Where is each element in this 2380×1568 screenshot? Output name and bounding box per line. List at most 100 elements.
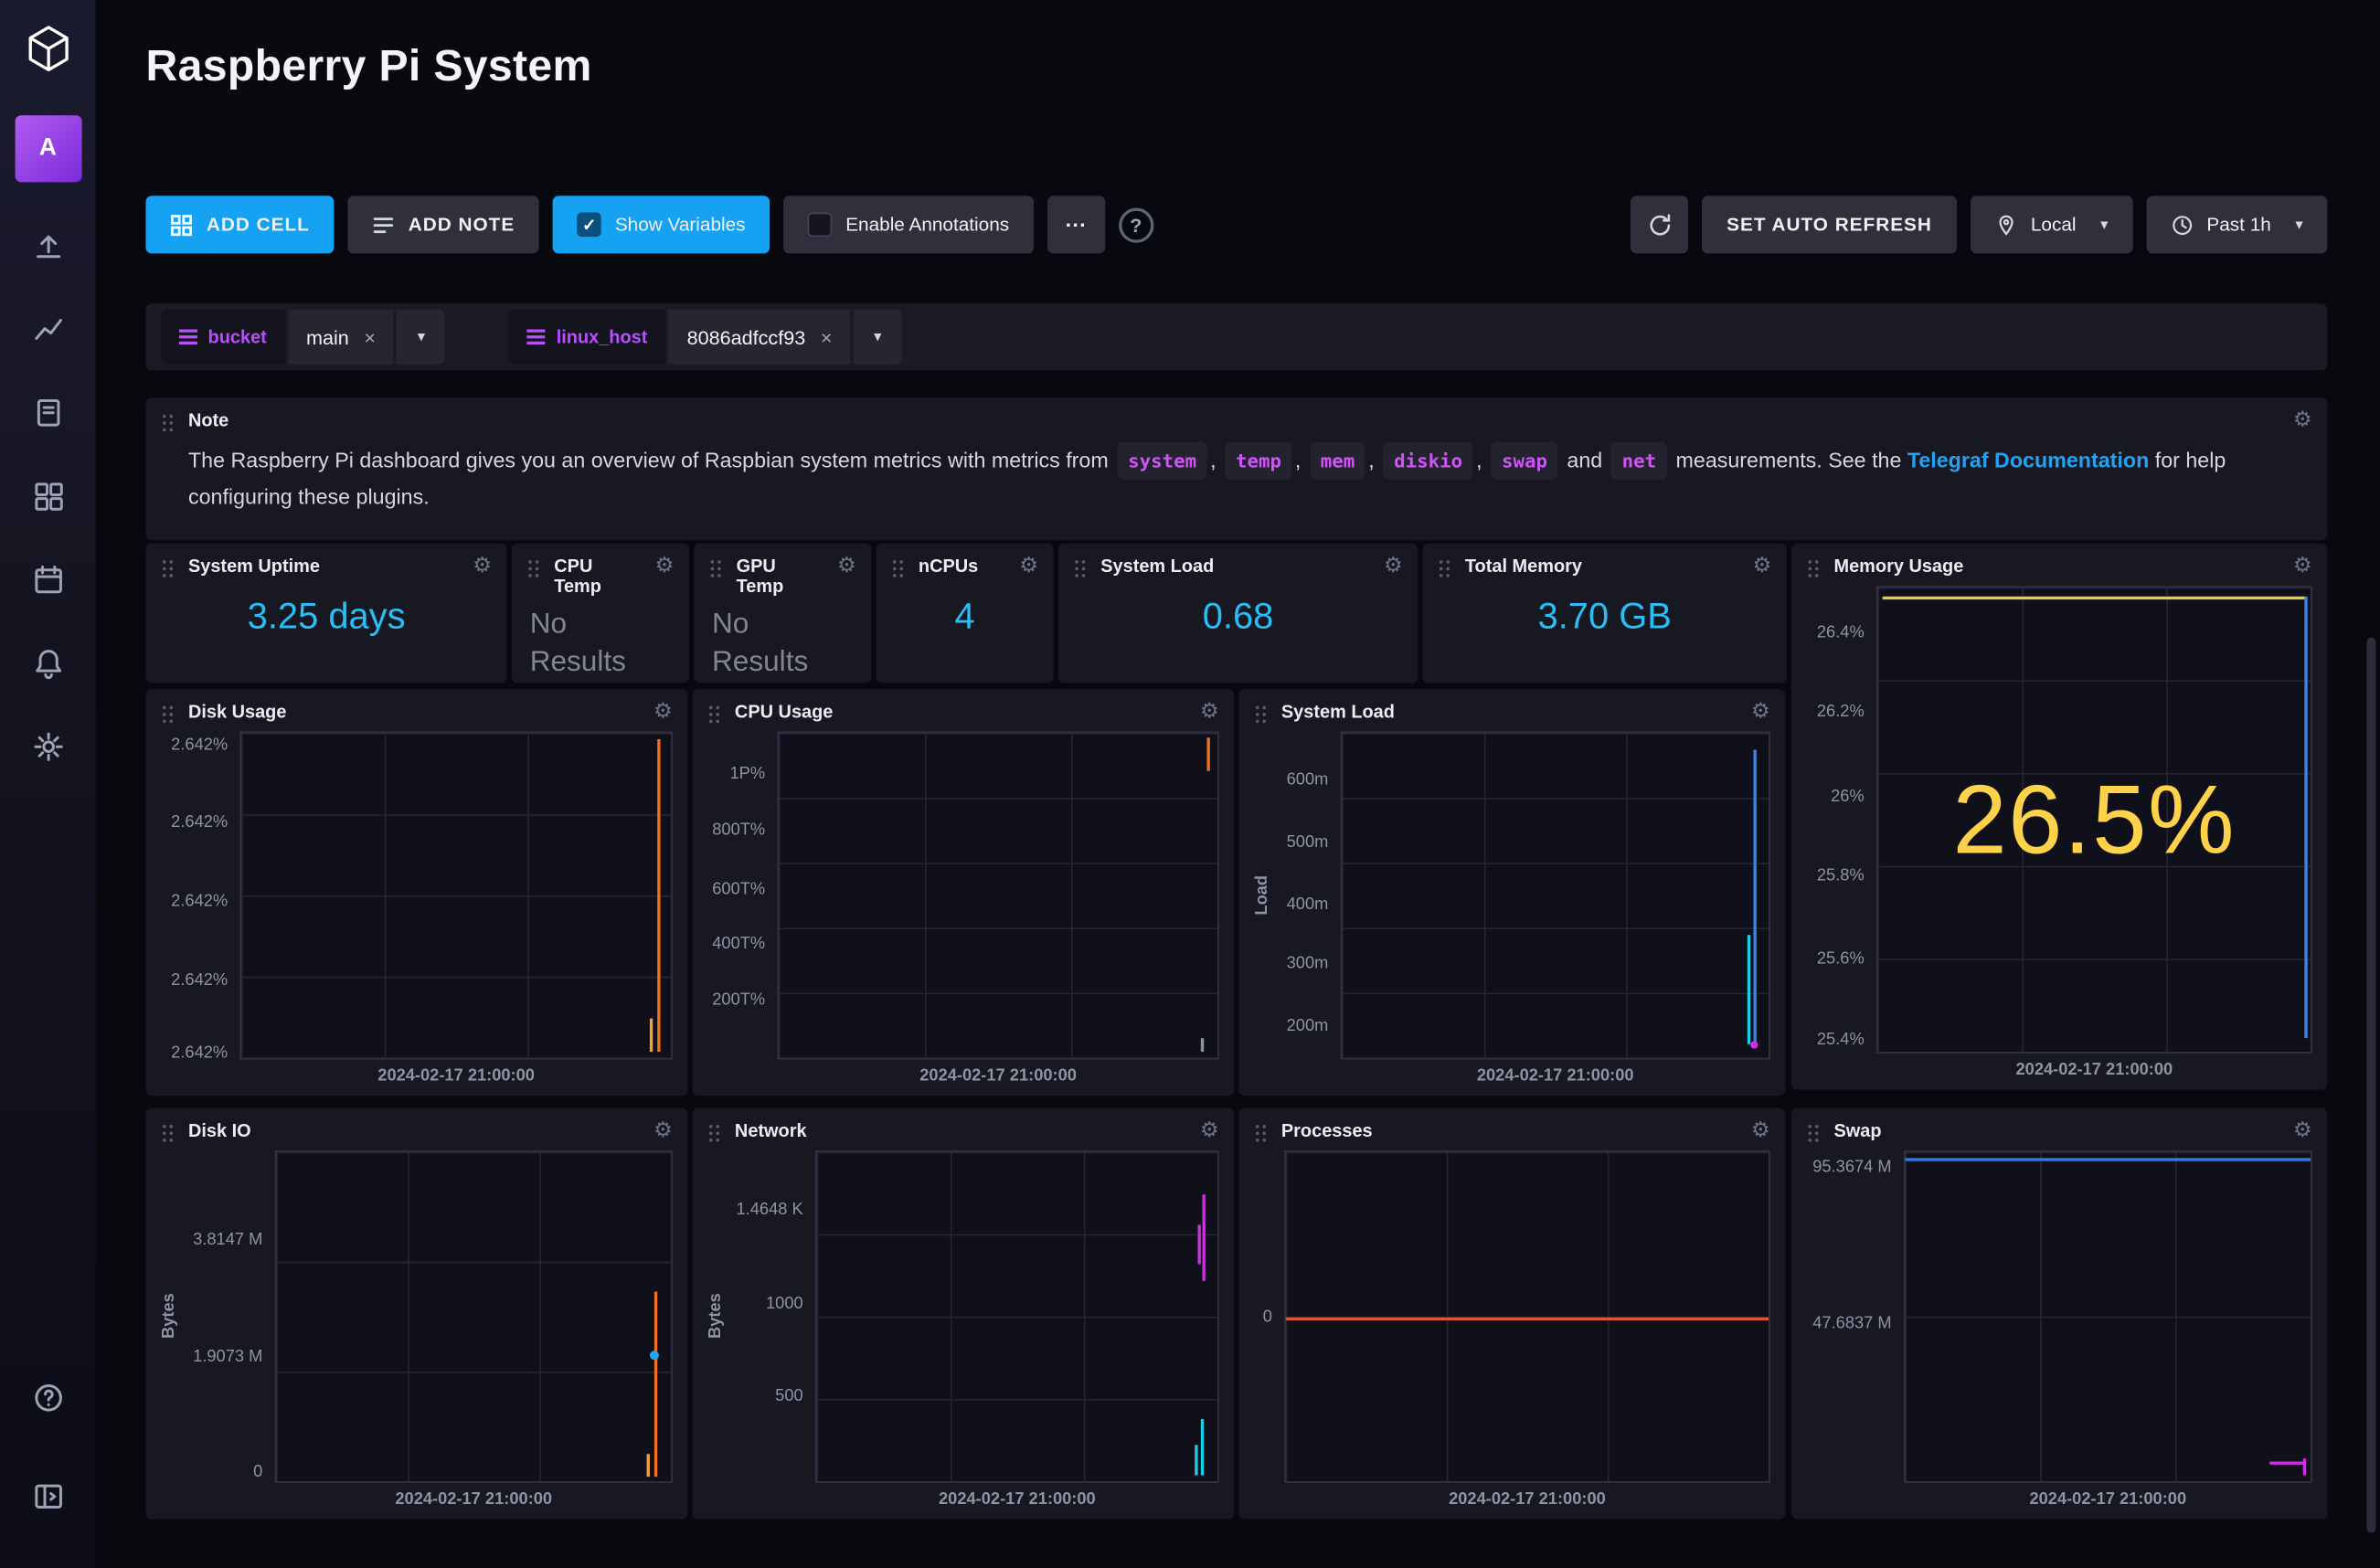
plot-area[interactable] <box>275 1150 673 1483</box>
drag-handle-icon[interactable] <box>161 705 175 725</box>
plot-area[interactable] <box>1284 1150 1770 1483</box>
series-line <box>1207 738 1210 771</box>
x-axis-label: 2024-02-17 21:00:00 <box>1341 1059 1770 1093</box>
drag-handle-icon[interactable] <box>1073 558 1087 578</box>
drag-handle-icon[interactable] <box>526 558 540 578</box>
drag-handle-icon[interactable] <box>161 558 175 578</box>
gear-icon[interactable]: ⚙ <box>2293 411 2312 431</box>
drag-handle-icon[interactable] <box>1254 1123 1268 1143</box>
gear-icon[interactable]: ⚙ <box>2293 1121 2312 1141</box>
sidebar-item-load-data[interactable] <box>15 213 81 280</box>
y-tick-label: 26% <box>1831 787 1865 805</box>
show-variables-toggle[interactable]: ✓ Show Variables <box>553 196 770 253</box>
gear-icon[interactable]: ⚙ <box>1019 557 1038 577</box>
plot-area[interactable] <box>239 732 672 1060</box>
cell-disk-usage: Disk Usage ⚙ 2.642%2.642%2.642%2.642%2.6… <box>145 689 687 1096</box>
y-axis: 1P%800T%600T%400T%200T% <box>705 732 778 1060</box>
telegraf-documentation-link[interactable]: Telegraf Documentation <box>1907 448 2149 472</box>
drag-handle-icon[interactable] <box>1807 1123 1821 1143</box>
sidebar-item-notebooks[interactable] <box>15 379 81 446</box>
stat-value: No Results <box>694 606 871 682</box>
add-note-button[interactable]: ADD NOTE <box>347 196 538 253</box>
variable-host-value[interactable]: 8086adfccf93 × <box>669 310 851 365</box>
help-button[interactable]: ? <box>1119 207 1153 242</box>
question-mark-icon: ? <box>1130 213 1142 236</box>
plot-area[interactable] <box>815 1150 1219 1483</box>
x-axis-label: 2024-02-17 21:00:00 <box>815 1483 1219 1517</box>
gear-icon[interactable]: ⚙ <box>473 557 492 577</box>
y-axis: 600m500m400m300m200m <box>1274 732 1341 1060</box>
series-line <box>657 739 660 1051</box>
variable-bucket-value[interactable]: main × <box>288 310 394 365</box>
plot-area[interactable] <box>777 732 1218 1060</box>
add-cell-button[interactable]: ADD CELL <box>145 196 334 253</box>
sidebar-item-collapse-nav[interactable] <box>15 1463 81 1530</box>
cell-system-load-chart: System Load ⚙ Load 600m500m400m300m200m … <box>1238 689 1785 1096</box>
clear-icon[interactable]: × <box>821 325 833 348</box>
y-tick-label: 26.2% <box>1817 703 1865 721</box>
scrollbar[interactable] <box>2366 638 2375 1533</box>
refresh-button[interactable] <box>1631 196 1688 253</box>
org-avatar[interactable]: A <box>15 115 81 182</box>
variable-host-caret[interactable]: ▾ <box>854 310 902 365</box>
plot-area[interactable]: 26.5% <box>1876 586 2312 1054</box>
sidebar-item-dashboards[interactable] <box>15 463 81 530</box>
variable-host-label[interactable]: linux_host <box>509 310 665 365</box>
gear-icon[interactable]: ⚙ <box>1751 1121 1770 1141</box>
gear-icon[interactable]: ⚙ <box>653 1121 673 1141</box>
y-tick-label: 25.6% <box>1817 950 1865 969</box>
sidebar-item-help[interactable] <box>15 1364 81 1431</box>
cell-system-load-stat: System Load ⚙ 0.68 <box>1058 544 1418 683</box>
ellipsis-icon: ··· <box>1066 213 1087 238</box>
gear-icon[interactable]: ⚙ <box>1753 557 1772 577</box>
gear-icon[interactable]: ⚙ <box>837 557 856 577</box>
cell-title: System Load <box>1100 557 1214 577</box>
measurement-chip: net <box>1611 441 1667 480</box>
y-tick-label: 1P% <box>730 765 766 783</box>
gear-icon[interactable]: ⚙ <box>1200 1121 1219 1141</box>
series-line <box>1286 1317 1769 1319</box>
drag-handle-icon[interactable] <box>709 558 723 578</box>
gear-icon[interactable]: ⚙ <box>1384 557 1403 577</box>
gear-icon[interactable]: ⚙ <box>1200 703 1219 723</box>
gear-icon[interactable]: ⚙ <box>1751 703 1770 723</box>
enable-annotations-toggle[interactable]: Enable Annotations <box>783 196 1034 253</box>
cell-network: Network ⚙ Bytes 1.4648 K1000500 2024-02-… <box>692 1108 1234 1520</box>
set-auto-refresh-button[interactable]: SET AUTO REFRESH <box>1703 196 1957 253</box>
series-line <box>647 1454 650 1477</box>
page-title: Raspberry Pi System <box>145 43 591 93</box>
variable-bucket-label[interactable]: bucket <box>161 310 285 365</box>
drag-handle-icon[interactable] <box>707 1123 721 1143</box>
cell-system-uptime: System Uptime ⚙ 3.25 days <box>145 544 506 683</box>
plot-area[interactable] <box>1904 1150 2312 1483</box>
timezone-dropdown[interactable]: Local ▾ <box>1970 196 2132 253</box>
drag-handle-icon[interactable] <box>161 413 175 433</box>
influxdb-logo-icon[interactable] <box>15 16 81 82</box>
more-options-button[interactable]: ··· <box>1047 196 1105 253</box>
sidebar-item-alerts[interactable] <box>15 630 81 696</box>
plot-area[interactable] <box>1341 732 1770 1060</box>
y-axis: 95.3674 M47.6837 M <box>1803 1150 1904 1483</box>
drag-handle-icon[interactable] <box>1438 558 1451 578</box>
drag-handle-icon[interactable] <box>1254 705 1268 725</box>
y-tick-label: 2.642% <box>171 736 228 754</box>
cell-disk-io: Disk IO ⚙ Bytes 3.8147 M1.9073 M0 2024-0… <box>145 1108 687 1520</box>
drag-handle-icon[interactable] <box>1807 558 1821 578</box>
drag-handle-icon[interactable] <box>707 705 721 725</box>
y-tick-label: 400m <box>1287 896 1329 915</box>
chevron-down-icon: ▾ <box>2295 217 2302 233</box>
drag-handle-icon[interactable] <box>891 558 905 578</box>
gear-icon[interactable]: ⚙ <box>655 557 675 577</box>
y-tick-label: 3.8147 M <box>193 1231 262 1249</box>
y-tick-label: 800T% <box>712 821 765 839</box>
cell-swap: Swap ⚙ 95.3674 M47.6837 M 2024-02-17 21:… <box>1791 1108 2327 1520</box>
sidebar-item-tasks[interactable] <box>15 546 81 613</box>
drag-handle-icon[interactable] <box>161 1123 175 1143</box>
gear-icon[interactable]: ⚙ <box>653 703 673 723</box>
time-range-dropdown[interactable]: Past 1h ▾ <box>2146 196 2327 253</box>
gear-icon[interactable]: ⚙ <box>2293 557 2312 577</box>
variable-bucket-caret[interactable]: ▾ <box>397 310 445 365</box>
clear-icon[interactable]: × <box>364 325 376 348</box>
sidebar-item-settings[interactable] <box>15 714 81 780</box>
sidebar-item-data-explorer[interactable] <box>15 296 81 363</box>
